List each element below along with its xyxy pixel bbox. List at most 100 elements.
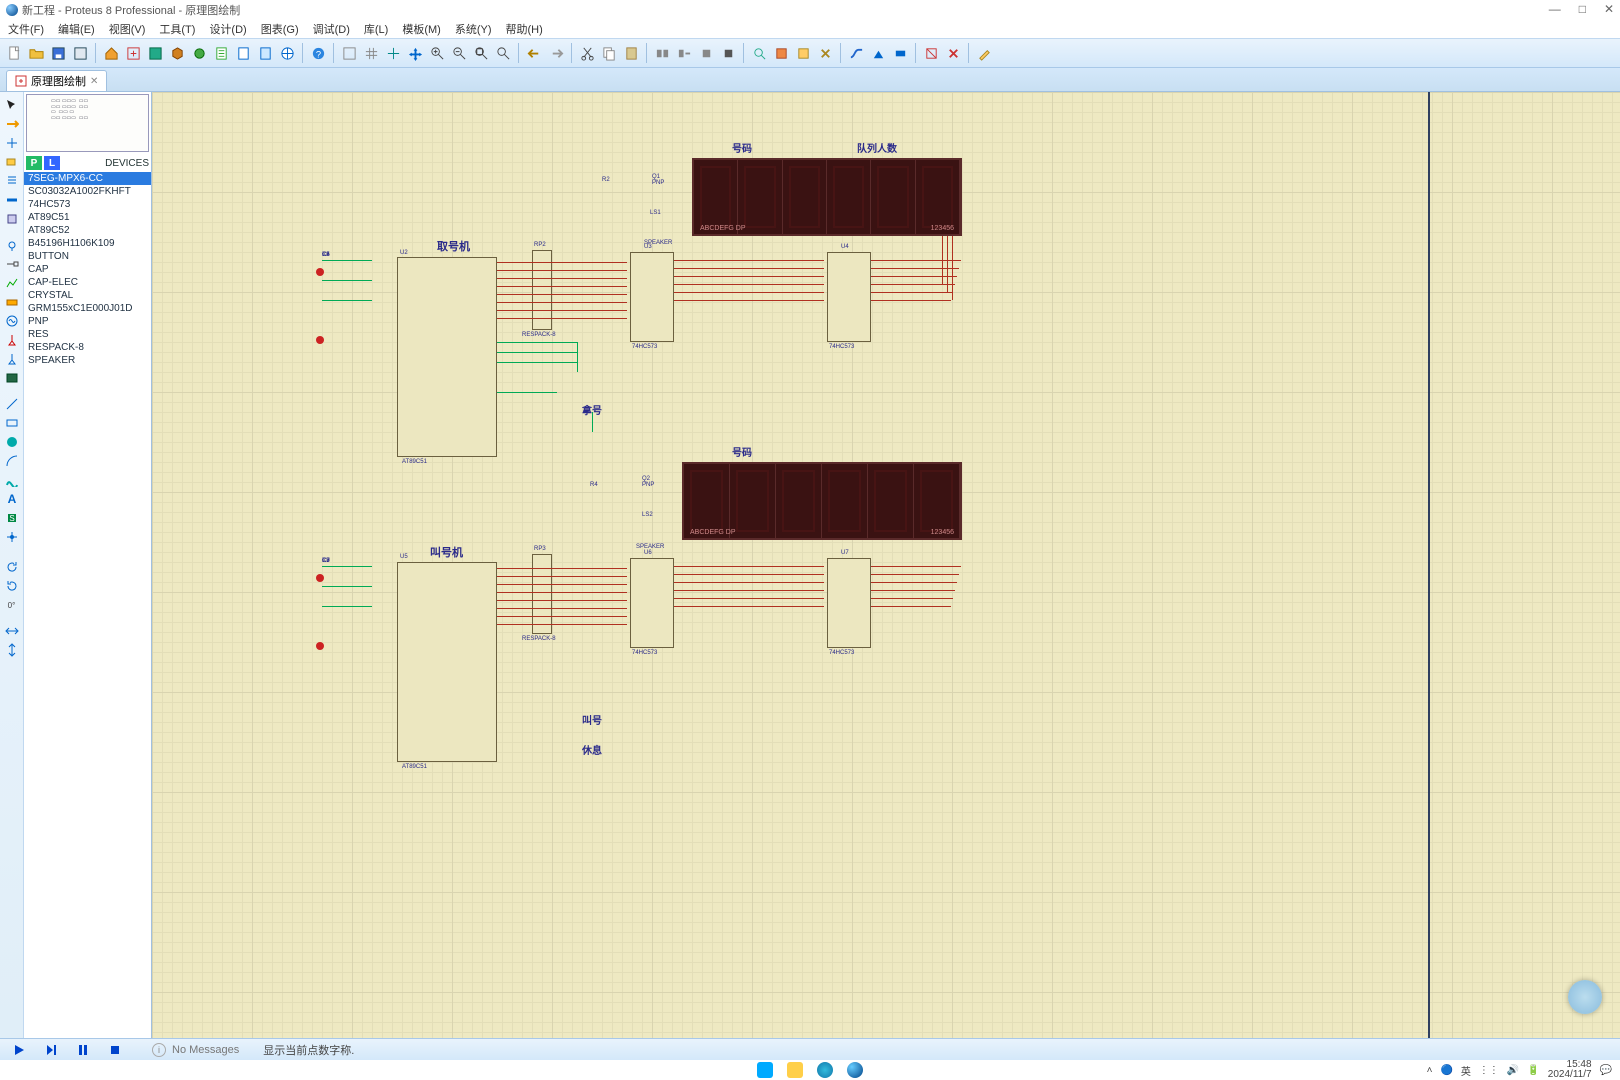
path-tool[interactable] [3, 471, 21, 489]
probe-i-tool[interactable] [3, 350, 21, 368]
sim-play-button[interactable] [6, 1041, 32, 1059]
schematic-canvas[interactable]: 取号机 叫号机 号码 队列人数 号码 拿号 叫号 休息 U2 AT89C51 R… [152, 92, 1620, 1042]
chip-u7[interactable] [827, 558, 871, 648]
redraw-button[interactable] [339, 43, 359, 63]
pick-device-button[interactable]: P [26, 156, 42, 170]
close-button[interactable]: ✕ [1604, 2, 1614, 16]
chip-u5[interactable] [397, 562, 497, 762]
zoom-out-button[interactable] [449, 43, 469, 63]
tray-notification-icon[interactable]: 💬 [1600, 1065, 1612, 1076]
tray-wifi-icon[interactable]: ⋮⋮ [1479, 1065, 1499, 1076]
probe-v-tool[interactable] [3, 331, 21, 349]
chip-u6[interactable] [630, 558, 674, 648]
xtal-caps-block-2[interactable]: C7 X3 C8 C9 [322, 558, 382, 648]
menu-file[interactable]: 文件(F) [8, 21, 44, 37]
copy-button[interactable] [599, 43, 619, 63]
device-item[interactable]: GRM155xC1E000J01D [24, 302, 151, 315]
tray-date[interactable]: 2024/11/7 [1548, 1069, 1592, 1080]
tray-sound-icon[interactable]: 🔊 [1507, 1065, 1519, 1076]
junction-tool[interactable] [3, 134, 21, 152]
text-tool[interactable]: A [3, 490, 21, 508]
undo-button[interactable] [524, 43, 544, 63]
sim-step-button[interactable] [38, 1041, 64, 1059]
tab-schematic[interactable]: 原理图绘制 ✕ [6, 70, 107, 91]
subcircuit-tool[interactable] [3, 210, 21, 228]
rect-tool[interactable] [3, 414, 21, 432]
menu-help[interactable]: 帮助(H) [506, 21, 543, 37]
xtal-caps-block-1[interactable]: C4 X2 C5 C6 [322, 252, 382, 342]
gerber-button[interactable] [189, 43, 209, 63]
paste-button[interactable] [621, 43, 641, 63]
line-tool[interactable] [3, 395, 21, 413]
pin-tool[interactable] [3, 255, 21, 273]
close-button-tb[interactable] [70, 43, 90, 63]
proteus-taskbar-icon[interactable] [847, 1062, 863, 1078]
grid-button[interactable] [361, 43, 381, 63]
device-item[interactable]: BUTTON [24, 250, 151, 263]
menu-template[interactable]: 模板(M) [402, 21, 441, 37]
delete-button[interactable] [943, 43, 963, 63]
minimize-button[interactable]: — [1549, 2, 1561, 16]
view-compass[interactable] [1568, 980, 1602, 1014]
search-button[interactable] [868, 43, 888, 63]
pick-library-button[interactable]: L [44, 156, 60, 170]
edit-symbol-button[interactable] [974, 43, 994, 63]
bom-button[interactable] [211, 43, 231, 63]
device-item[interactable]: CRYSTAL [24, 289, 151, 302]
tab-close-button[interactable]: ✕ [90, 76, 98, 87]
messages-icon[interactable]: i [152, 1043, 166, 1057]
chip-rp3[interactable] [532, 554, 552, 634]
help-button[interactable]: ? [308, 43, 328, 63]
block-copy-button[interactable] [652, 43, 672, 63]
menu-tools[interactable]: 工具(T) [159, 21, 195, 37]
seg-display-2[interactable]: ABCDEFG DP 123456 [682, 462, 962, 540]
zoom-in-button[interactable] [427, 43, 447, 63]
pick-button[interactable] [749, 43, 769, 63]
flip-h-tool[interactable] [3, 622, 21, 640]
tray-up-icon[interactable]: ˄ [1427, 1065, 1433, 1076]
explorer-icon[interactable] [787, 1062, 803, 1078]
start-button[interactable] [757, 1062, 773, 1078]
overview-window[interactable]: ▭▭ ▭▭▭ ▭▭ ▭▭ ▭▭▭ ▭▭ ▭ ▭▭ ▭ ▭▭ ▭▭▭ ▭▭ [26, 94, 149, 152]
sim-stop-button[interactable] [102, 1041, 128, 1059]
property-button[interactable] [890, 43, 910, 63]
tray-app-icon[interactable]: 🔵 [1440, 1065, 1452, 1076]
device-item[interactable]: SPEAKER [24, 354, 151, 367]
chip-u4[interactable] [827, 252, 871, 342]
www-button[interactable] [277, 43, 297, 63]
sim-pause-button[interactable] [70, 1041, 96, 1059]
generator-tool[interactable] [3, 312, 21, 330]
graph-tool[interactable] [3, 274, 21, 292]
menu-lib[interactable]: 库(L) [364, 21, 388, 37]
arc-tool[interactable] [3, 452, 21, 470]
component-tool[interactable] [3, 115, 21, 133]
3d-button[interactable] [167, 43, 187, 63]
zoom-fit-button[interactable] [471, 43, 491, 63]
block-move-button[interactable] [674, 43, 694, 63]
circle-tool[interactable] [3, 433, 21, 451]
new-file-button[interactable] [4, 43, 24, 63]
angle-field[interactable]: 0° [3, 596, 21, 614]
wire-autoroute-button[interactable] [846, 43, 866, 63]
save-button[interactable] [48, 43, 68, 63]
symbol-tool[interactable]: S [3, 509, 21, 527]
block-del-button[interactable] [718, 43, 738, 63]
netlist-button[interactable] [255, 43, 275, 63]
device-item[interactable]: B45196H1106K109 [24, 237, 151, 250]
block-rot-button[interactable] [696, 43, 716, 63]
origin-button[interactable] [383, 43, 403, 63]
rotate-ccw-tool[interactable] [3, 577, 21, 595]
tray-ime[interactable]: 英 [1461, 1063, 1471, 1078]
menu-chart[interactable]: 图表(G) [261, 21, 299, 37]
device-item[interactable]: 74HC573 [24, 198, 151, 211]
tray-battery-icon[interactable]: 🔋 [1527, 1065, 1539, 1076]
terminal-tool[interactable] [3, 236, 21, 254]
maximize-button[interactable]: □ [1579, 2, 1586, 16]
redo-button[interactable] [546, 43, 566, 63]
chip-u3[interactable] [630, 252, 674, 342]
menu-system[interactable]: 系统(Y) [455, 21, 492, 37]
instrument-tool[interactable] [3, 369, 21, 387]
device-item[interactable]: RESPACK-8 [24, 341, 151, 354]
menu-debug[interactable]: 调试(D) [313, 21, 350, 37]
device-item[interactable]: CAP [24, 263, 151, 276]
